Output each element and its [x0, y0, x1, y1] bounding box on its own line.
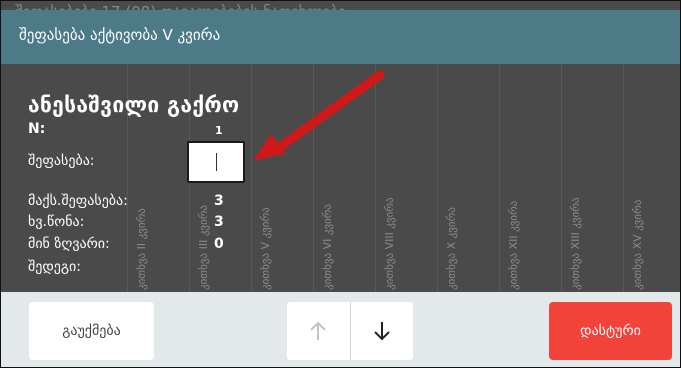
dialog-frame: შეფასებები 17 (08) დავალებების ნაფეხლები… — [0, 0, 681, 368]
annotation-arrow-icon — [253, 70, 385, 161]
